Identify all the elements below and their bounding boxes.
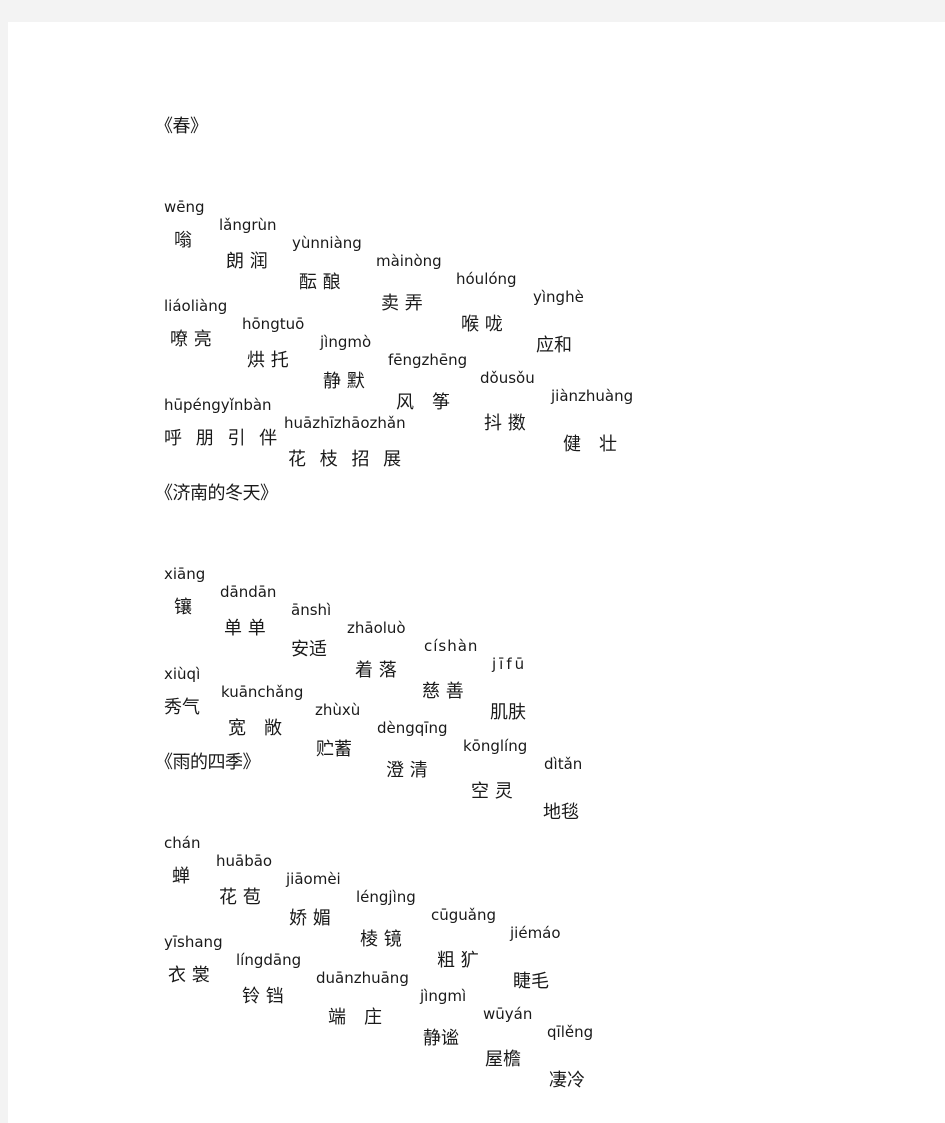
pinyin-word: hóulóng [456,270,517,288]
pinyin-word: dāndān [220,583,277,601]
pinyin-word: kuānchǎng [221,683,304,701]
hanzi-word: 空 灵 [471,781,513,802]
pinyin-word: jīfū [492,655,528,673]
pinyin-word: hōngtuō [242,315,305,333]
hanzi-word: 澄 清 [386,760,428,781]
pinyin-word: zhāoluò [347,619,406,637]
pinyin-word: qīlěng [547,1023,594,1041]
hanzi-word: 花 枝 招 展 [288,449,406,470]
hanzi-word: 呼 朋 引 伴 [164,428,282,449]
pinyin-word: lǎngrùn [219,216,277,234]
hanzi-word: 静 默 [323,371,365,392]
hanzi-word: 酝 酿 [299,272,341,293]
pinyin-word: fēngzhēng [388,351,468,369]
pinyin-word: dèngqīng [377,719,448,737]
hanzi-word: 风 筝 [396,392,450,413]
hanzi-word: 秀气 [164,697,200,718]
hanzi-word: 娇 媚 [289,908,331,929]
pinyin-word: wūyán [483,1005,533,1023]
pinyin-word: wēng [164,198,205,216]
pinyin-word: ānshì [291,601,332,619]
pinyin-word: jiémáo [510,924,561,942]
hanzi-word: 蝉 [172,866,190,887]
pinyin-word: císhàn [424,637,479,655]
hanzi-word: 花 苞 [219,887,261,908]
hanzi-word: 嘹 亮 [170,329,212,350]
hanzi-word: 屋檐 [485,1049,521,1070]
pinyin-word: kōnglíng [463,737,528,755]
pinyin-word: zhùxù [315,701,361,719]
hanzi-word: 肌肤 [490,702,526,723]
pinyin-word: liáoliàng [164,297,228,315]
hanzi-row: 秀气 宽 敞 贮蓄 澄 清 空 灵 地毯 [156,672,579,823]
pinyin-word: jìngmì [420,987,467,1005]
pinyin-word: yùnniàng [292,234,362,252]
section-title-chun: 《春》 [155,116,208,137]
hanzi-word: 端 庄 [328,1007,382,1028]
pinyin-word: hūpéngyǐnbàn [164,396,272,414]
pinyin-word: jiànzhuàng [551,387,634,405]
hanzi-word: 慈 善 [422,681,464,702]
pinyin-word: jiāomèi [286,870,341,888]
hanzi-word: 凄冷 [549,1070,585,1091]
hanzi-word: 烘 托 [247,350,289,371]
hanzi-word: 着 落 [355,660,397,681]
hanzi-row: 呼 朋 引 伴 花 枝 招 展 [156,403,401,470]
hanzi-word: 单 单 [224,618,266,639]
pinyin-word: xiùqì [164,665,201,683]
hanzi-word: 贮蓄 [316,739,352,760]
pinyin-word: dǒusǒu [480,369,535,387]
hanzi-word: 健 壮 [563,434,617,455]
hanzi-word: 抖 擞 [484,413,526,434]
hanzi-word: 地毯 [543,802,579,823]
hanzi-word: 朗 润 [226,251,268,272]
pinyin-word: dìtǎn [544,755,583,773]
pinyin-word: jìngmò [320,333,372,351]
hanzi-word: 静谧 [423,1028,459,1049]
hanzi-word: 粗 犷 [437,950,479,971]
hanzi-word: 衣 裳 [168,965,210,986]
hanzi-word: 棱 镜 [360,929,402,950]
hanzi-word: 应和 [536,335,572,356]
pinyin-word: yīshang [164,933,223,951]
hanzi-word: 喉 咙 [461,314,503,335]
hanzi-word: 卖 弄 [381,293,423,314]
hanzi-word: 嗡 [174,230,192,251]
pinyin-word: duānzhuāng [316,969,409,987]
hanzi-row: 衣 裳 铃 铛 端 庄 静谧 屋檐 凄冷 [156,940,585,1091]
pinyin-word: chán [164,834,201,852]
pinyin-word: cūguǎng [431,906,497,924]
pinyin-word: huābāo [216,852,273,870]
pinyin-word: màinòng [376,252,442,270]
pinyin-word: léngjìng [356,888,416,906]
section-title-jinan-winter: 《济南的冬天》 [155,483,278,504]
pinyin-word: xiāng [164,565,206,583]
pinyin-word: língdāng [236,951,302,969]
hanzi-word: 镶 [174,597,192,618]
pinyin-word: huāzhīzhāozhǎn [284,414,406,432]
hanzi-word: 宽 敞 [228,718,282,739]
section-title-rain-seasons: 《雨的四季》 [155,752,261,773]
hanzi-word: 睫毛 [513,971,549,992]
hanzi-word: 安适 [291,639,327,660]
pinyin-word: yìnghè [533,288,584,306]
hanzi-word: 铃 铛 [242,986,284,1007]
